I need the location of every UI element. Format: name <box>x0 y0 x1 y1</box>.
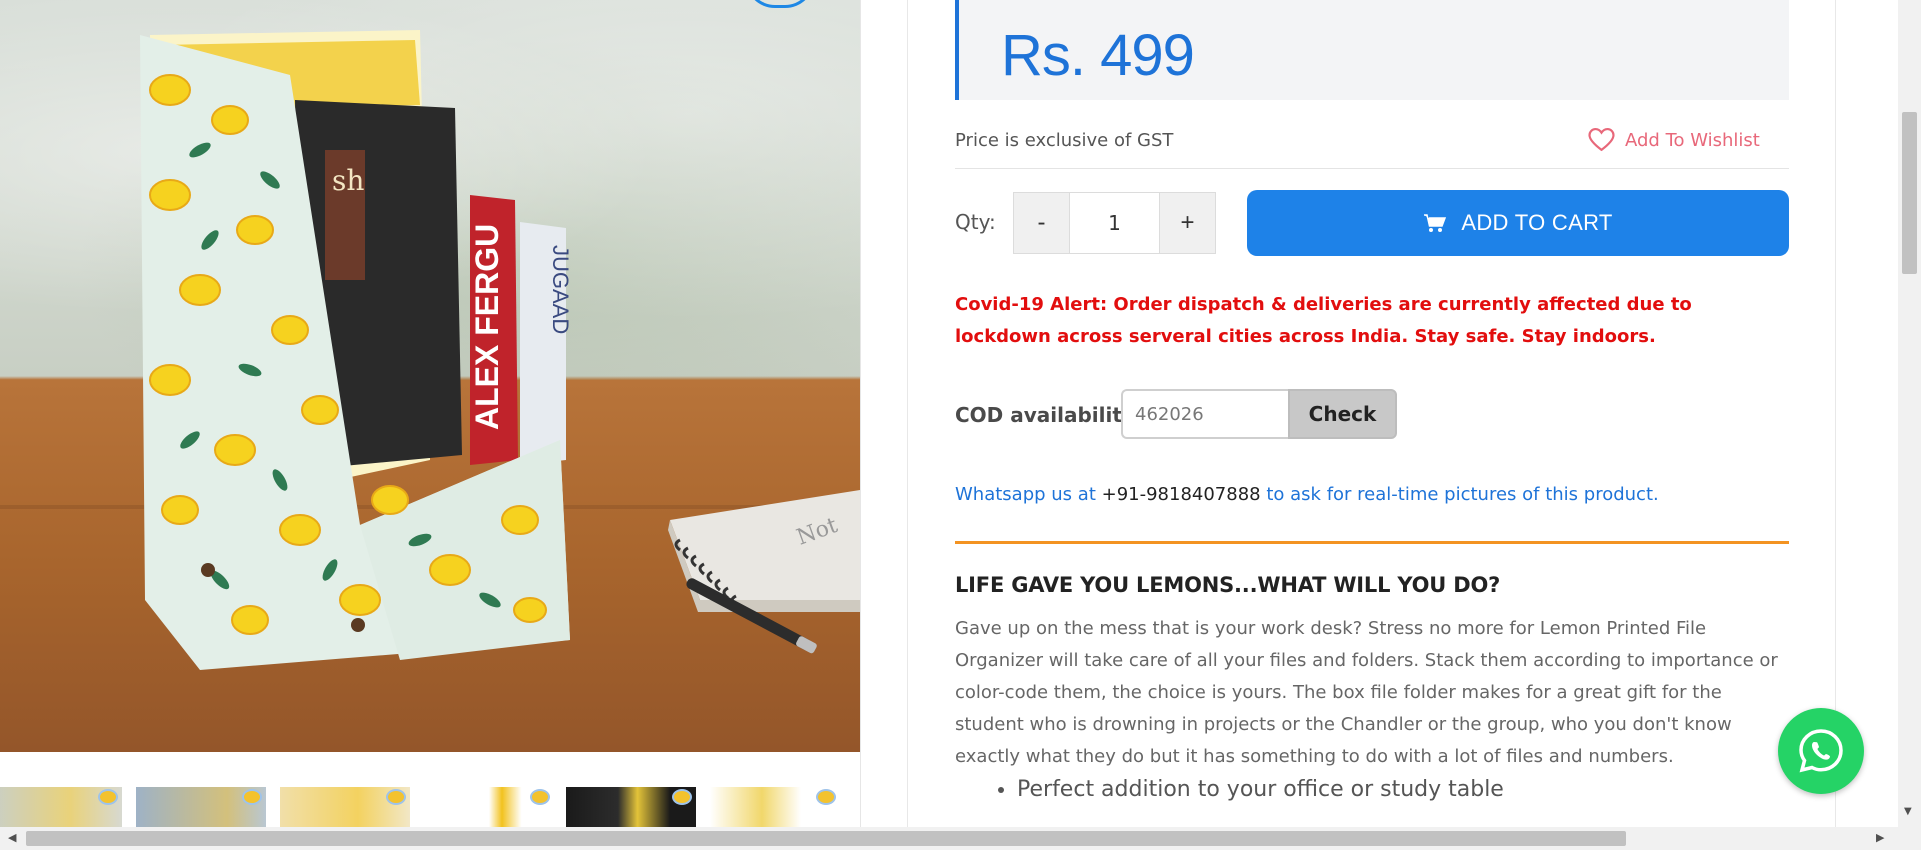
gst-note: Price is exclusive of GST <box>955 130 1174 151</box>
qty-decrease-button[interactable]: - <box>1014 193 1069 253</box>
price-box: Rs. 499 <box>955 0 1789 100</box>
brand-logo-icon <box>388 791 404 803</box>
description-title: LIFE GAVE YOU LEMONS...WHAT WILL YOU DO? <box>955 573 1501 597</box>
brand-logo-icon <box>674 791 690 803</box>
whatsapp-suffix: to ask for real-time pictures of this pr… <box>1266 484 1659 505</box>
thumbnail-2[interactable] <box>136 787 266 827</box>
panel-border-right <box>1835 0 1836 827</box>
product-price: Rs. 499 <box>1001 23 1195 88</box>
brand-logo-icon <box>818 791 834 803</box>
quantity-stepper: - + <box>1013 192 1216 254</box>
qty-label: Qty: <box>955 210 996 234</box>
svg-text:JUGAAD: JUGAAD <box>548 245 573 334</box>
wishlist-label: Add To Wishlist <box>1625 129 1760 151</box>
horizontal-scroll-thumb[interactable] <box>26 831 1626 846</box>
whatsapp-prefix: Whatsapp us at <box>955 484 1096 505</box>
product-main-image[interactable]: Not sh ALEX FERGU JUGAAD <box>0 0 860 752</box>
heart-icon <box>1588 128 1615 152</box>
svg-text:sh: sh <box>332 164 364 197</box>
thumbnail-4[interactable] <box>424 787 554 827</box>
qty-input[interactable] <box>1069 193 1160 253</box>
section-divider <box>955 541 1789 544</box>
cod-label: COD availability <box>955 403 1135 427</box>
thumbnail-strip <box>0 787 860 827</box>
add-to-wishlist-button[interactable]: Add To Wishlist <box>1588 128 1760 152</box>
thumbnail-3[interactable] <box>280 787 410 827</box>
column-divider <box>860 0 861 827</box>
scroll-down-icon[interactable]: ▼ <box>1904 806 1912 817</box>
lemon-file-organizer-illustration: Not sh ALEX FERGU JUGAAD <box>0 30 860 670</box>
description-body: Gave up on the mess that is your work de… <box>955 618 1778 767</box>
brand-logo-icon <box>100 791 116 803</box>
brand-logo-icon <box>532 791 548 803</box>
vertical-scroll-thumb[interactable] <box>1902 112 1917 274</box>
add-to-cart-button[interactable]: ADD TO CART <box>1247 190 1789 256</box>
add-to-cart-label: ADD TO CART <box>1461 210 1613 235</box>
divider <box>955 168 1789 169</box>
vertical-scrollbar[interactable]: ▼ <box>1898 0 1921 827</box>
svg-text:ALEX FERGU: ALEX FERGU <box>469 224 505 430</box>
scroll-right-icon[interactable]: ▶ <box>1876 831 1884 844</box>
scroll-left-icon[interactable]: ◀ <box>8 831 16 844</box>
thumbnail-1[interactable] <box>0 787 122 827</box>
whatsapp-icon <box>1799 729 1843 773</box>
whatsapp-chat-button[interactable] <box>1778 708 1864 794</box>
brand-logo-icon <box>244 791 260 803</box>
thumbnail-6[interactable] <box>710 787 840 827</box>
horizontal-scrollbar[interactable]: ◀ ▶ <box>0 827 1921 850</box>
feature-list: Perfect addition to your office or study… <box>995 773 1789 807</box>
covid-alert: Covid-19 Alert: Order dispatch & deliver… <box>955 294 1692 347</box>
feature-item: Perfect addition to your office or study… <box>1017 773 1789 807</box>
qty-increase-button[interactable]: + <box>1160 193 1215 253</box>
thumbnail-5[interactable] <box>566 787 696 827</box>
panel-border-left <box>907 0 908 827</box>
cart-icon <box>1424 214 1447 232</box>
cod-check-button[interactable]: Check <box>1288 389 1397 439</box>
pincode-input[interactable] <box>1121 389 1289 439</box>
whatsapp-phone-link[interactable]: +91-9818407888 <box>1102 484 1261 505</box>
whatsapp-contact-line: Whatsapp us at +91-9818407888 to ask for… <box>955 484 1659 505</box>
